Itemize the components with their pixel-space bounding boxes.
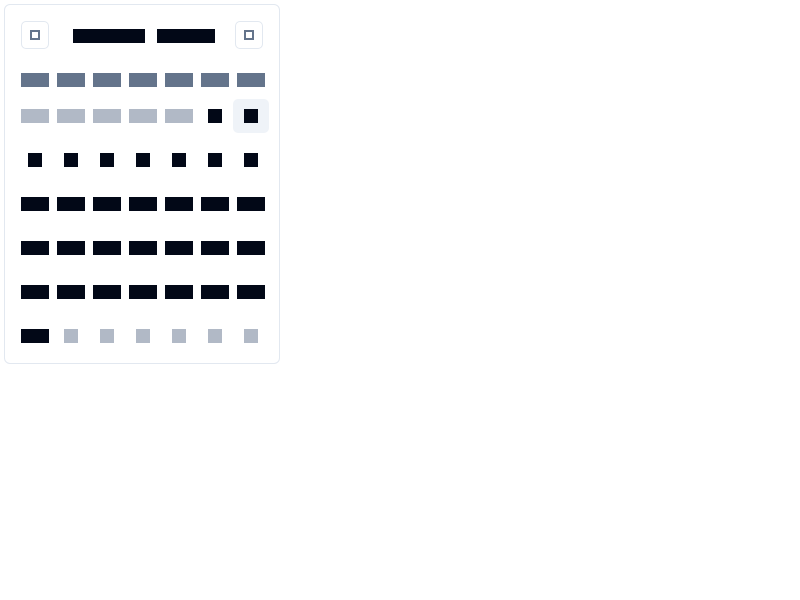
day-cell[interactable] — [17, 143, 53, 177]
weekday-label — [237, 73, 265, 87]
month-caption — [73, 29, 145, 43]
day-number — [201, 241, 229, 255]
day-cell[interactable] — [125, 143, 161, 177]
day-cell[interactable] — [197, 231, 233, 265]
day-cell-outside[interactable] — [233, 319, 269, 353]
day-cell-outside[interactable] — [89, 319, 125, 353]
day-number — [129, 241, 157, 255]
weekday-label — [129, 73, 157, 87]
weekday-label — [165, 73, 193, 87]
day-number — [172, 329, 186, 343]
weekday-label — [201, 73, 229, 87]
day-number — [93, 109, 121, 123]
day-cell-outside[interactable] — [125, 319, 161, 353]
day-number — [57, 285, 85, 299]
day-number — [136, 329, 150, 343]
day-number — [93, 285, 121, 299]
day-number — [237, 285, 265, 299]
day-number — [21, 197, 49, 211]
day-number — [64, 329, 78, 343]
day-cell[interactable] — [53, 187, 89, 221]
day-number — [237, 197, 265, 211]
chevron-right-icon — [244, 30, 254, 40]
day-cell[interactable] — [17, 319, 53, 353]
day-number — [208, 329, 222, 343]
day-cell-outside[interactable] — [17, 99, 53, 133]
day-number — [136, 153, 150, 167]
day-number — [21, 241, 49, 255]
next-month-button[interactable] — [235, 21, 263, 49]
day-cell[interactable] — [233, 187, 269, 221]
day-cell[interactable] — [53, 231, 89, 265]
day-number — [129, 109, 157, 123]
day-cell-outside[interactable] — [161, 99, 197, 133]
day-cell[interactable] — [233, 231, 269, 265]
day-cell[interactable] — [89, 275, 125, 309]
day-cell[interactable] — [17, 231, 53, 265]
day-cell[interactable] — [125, 231, 161, 265]
day-cell[interactable] — [197, 99, 233, 133]
day-cell[interactable] — [89, 143, 125, 177]
day-cell[interactable] — [125, 187, 161, 221]
day-number — [100, 153, 114, 167]
day-number — [208, 153, 222, 167]
weekday-label — [21, 73, 49, 87]
day-number — [100, 329, 114, 343]
day-number — [21, 329, 49, 343]
day-cell-today[interactable] — [233, 99, 269, 133]
day-number — [165, 109, 193, 123]
day-cell[interactable] — [53, 275, 89, 309]
day-number — [244, 109, 258, 123]
day-number — [165, 197, 193, 211]
day-cell[interactable] — [197, 187, 233, 221]
day-cell-outside[interactable] — [125, 99, 161, 133]
day-number — [28, 153, 42, 167]
day-cell[interactable] — [17, 275, 53, 309]
day-number — [244, 153, 258, 167]
day-number — [244, 329, 258, 343]
day-cell[interactable] — [233, 143, 269, 177]
day-number — [201, 197, 229, 211]
day-number — [237, 241, 265, 255]
day-number — [21, 285, 49, 299]
day-cell-outside[interactable] — [89, 99, 125, 133]
day-number — [165, 241, 193, 255]
day-cell-outside[interactable] — [161, 319, 197, 353]
day-cell[interactable] — [17, 187, 53, 221]
day-cell[interactable] — [89, 231, 125, 265]
day-number — [165, 285, 193, 299]
day-cell-outside[interactable] — [197, 319, 233, 353]
day-number — [57, 241, 85, 255]
day-cell-outside[interactable] — [53, 99, 89, 133]
day-cell[interactable] — [89, 187, 125, 221]
day-number — [57, 109, 85, 123]
day-cell[interactable] — [161, 231, 197, 265]
day-number — [57, 197, 85, 211]
weekday-label — [57, 73, 85, 87]
day-number — [201, 285, 229, 299]
day-cell[interactable] — [125, 275, 161, 309]
day-number — [93, 241, 121, 255]
day-number — [208, 109, 222, 123]
day-number — [21, 109, 49, 123]
year-caption — [157, 29, 215, 43]
day-cell[interactable] — [161, 275, 197, 309]
date-picker-calendar — [4, 4, 280, 364]
day-cell[interactable] — [53, 143, 89, 177]
day-cell[interactable] — [233, 275, 269, 309]
day-cell[interactable] — [161, 187, 197, 221]
day-cell[interactable] — [197, 143, 233, 177]
day-cell-outside[interactable] — [53, 319, 89, 353]
day-number — [172, 153, 186, 167]
day-number — [129, 285, 157, 299]
day-number — [129, 197, 157, 211]
chevron-left-icon — [30, 30, 40, 40]
day-number — [64, 153, 78, 167]
previous-month-button[interactable] — [21, 21, 49, 49]
day-cell[interactable] — [197, 275, 233, 309]
weekday-label — [93, 73, 121, 87]
day-number — [93, 197, 121, 211]
day-cell[interactable] — [161, 143, 197, 177]
